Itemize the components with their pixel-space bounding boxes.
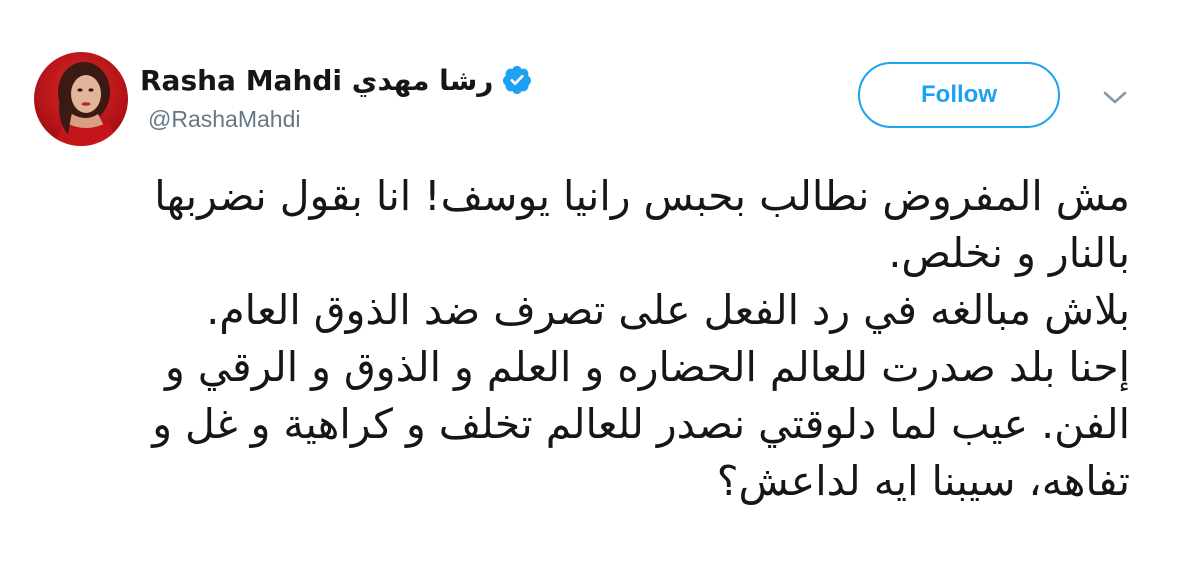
profile-photo-icon — [34, 52, 128, 146]
verified-badge-icon — [501, 64, 533, 96]
tweet-text: مش المفروض نطالب بحبس رانيا يوسف! انا بق… — [90, 168, 1130, 510]
tweet-text-line: بالنار و نخلص. — [888, 229, 1130, 277]
tweet-text-line: بلاش مبالغه في رد الفعل على تصرف ضد الذو… — [206, 286, 1130, 334]
avatar[interactable] — [34, 52, 128, 146]
follow-button[interactable]: Follow — [858, 62, 1060, 128]
user-handle[interactable]: @RashaMahdi — [148, 106, 300, 133]
tweet-card: رشا مهدي Rasha Mahdi @RashaMahdi Follow … — [0, 0, 1200, 563]
tweet-text-line: إحنا بلد صدرت للعالم الحضاره و العلم و ا… — [164, 343, 1130, 391]
user-name-row: رشا مهدي Rasha Mahdi — [140, 60, 533, 100]
chevron-down-icon[interactable] — [1098, 86, 1132, 110]
tweet-text-line: الفن. عيب لما دلوقتي نصدر للعالم تخلف و … — [152, 400, 1130, 448]
tweet-text-line: مش المفروض نطالب بحبس رانيا يوسف! انا بق… — [154, 172, 1130, 220]
tweet-text-line: تفاهه، سيبنا ايه لداعش؟ — [716, 457, 1130, 505]
display-name[interactable]: رشا مهدي Rasha Mahdi — [140, 64, 493, 97]
